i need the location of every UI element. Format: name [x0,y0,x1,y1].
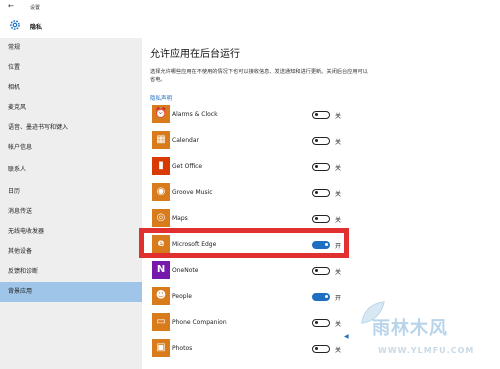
toggle-knob [314,321,318,324]
app-row: ☻ People 开 [142,284,500,310]
toggle-state-label: 关 [335,347,342,354]
back-arrow-icon[interactable]: ← [8,2,14,10]
watermark-text: 雨林木风 [372,318,448,339]
toggle-knob [314,217,318,220]
app-toggle[interactable] [312,345,330,353]
app-name: Phone Companion [172,319,227,326]
section-heading: 允许应用在后台运行 [150,49,240,60]
highlight-box [139,228,349,258]
window-title: 设置 [30,5,41,11]
toggle-state-label: 开 [335,295,342,302]
section-description: 选择允许哪些应用在不使用的情况下也可以接收信息、发送通知和进行更新。关闭后台应用… [150,69,368,83]
toggle-knob [314,347,318,350]
sidebar-item-general[interactable]: 常规 [0,38,142,58]
app-name: Get Office [172,163,203,170]
app-toggle[interactable] [312,215,330,223]
title-bar: ← 设置 [0,0,500,14]
office-icon: ▮ [152,157,170,175]
app-toggle[interactable] [312,137,330,145]
toggle-knob [314,165,318,168]
app-row: ▮ Get Office 关 [142,154,500,180]
people-icon: ☻ [152,287,170,305]
sidebar-item-location[interactable]: 位置 [0,58,142,78]
app-toggle[interactable] [312,111,330,119]
sidebar-item-feedback-diagnostics[interactable]: 反馈和诊断 [0,262,142,282]
sidebar-item-microphone[interactable]: 麦克风 [0,98,142,118]
app-name: OneNote [172,267,199,274]
app-name: People [172,293,192,300]
app-name: Photos [172,345,193,352]
toggle-state-label: 关 [335,113,342,120]
sidebar-item-other-devices[interactable]: 其他设备 [0,242,142,262]
toggle-state-label: 关 [335,165,342,172]
phone-companion-icon: ▭ [152,313,170,331]
sidebar: 常规 位置 相机 麦克风 语音、墨迹书写和键入 帐户信息 联系人 日历 消息传送… [0,38,142,369]
sidebar-item-background-apps[interactable]: 背景应用 [0,282,142,302]
sidebar-item-speech-inking-typing[interactable]: 语音、墨迹书写和键入 [0,118,142,138]
app-name: Maps [172,215,188,222]
app-row: ⏰ Alarms & Clock 关 [142,102,500,128]
app-name: Groove Music [172,189,213,196]
app-row: N OneNote 关 [142,258,500,284]
scroll-indicator-icon[interactable]: ◀ [344,333,349,340]
sidebar-item-radios[interactable]: 无线电收发器 [0,222,142,242]
app-name: Calendar [172,137,199,144]
app-toggle[interactable] [312,189,330,197]
watermark-url: WWW.YLMFU.COM [378,346,475,355]
toggle-knob [314,139,318,142]
maps-icon: ◎ [152,209,170,227]
gear-icon [10,20,20,30]
app-row: ▦ Calendar 关 [142,128,500,154]
sidebar-item-camera[interactable]: 相机 [0,78,142,98]
alarm-clock-icon: ⏰ [152,105,170,123]
page-title: 隐私 [30,24,43,31]
toggle-state-label: 关 [335,139,342,146]
toggle-knob [314,113,318,116]
groove-music-icon: ◉ [152,183,170,201]
sidebar-item-contacts[interactable]: 联系人 [0,160,142,180]
app-toggle[interactable] [312,163,330,171]
app-toggle[interactable] [312,319,330,327]
onenote-icon: N [152,261,170,279]
calendar-icon: ▦ [152,131,170,149]
app-toggle[interactable] [312,267,330,275]
photos-icon: ▣ [152,339,170,357]
sidebar-item-messaging[interactable]: 消息传送 [0,202,142,222]
toggle-knob [314,269,318,272]
toggle-knob [324,295,328,298]
app-toggle[interactable] [312,293,330,301]
toggle-state-label: 关 [335,269,342,276]
toggle-state-label: 关 [335,217,342,224]
sidebar-item-account-info[interactable]: 帐户信息 [0,138,142,158]
toggle-state-label: 关 [335,321,342,328]
page-header: 隐私 [0,14,500,38]
toggle-state-label: 关 [335,191,342,198]
toggle-knob [314,191,318,194]
app-row: ◉ Groove Music 关 [142,180,500,206]
privacy-statement-link[interactable]: 隐私声明 [150,94,172,102]
sidebar-item-calendar[interactable]: 日历 [0,182,142,202]
app-name: Alarms & Clock [172,111,218,118]
